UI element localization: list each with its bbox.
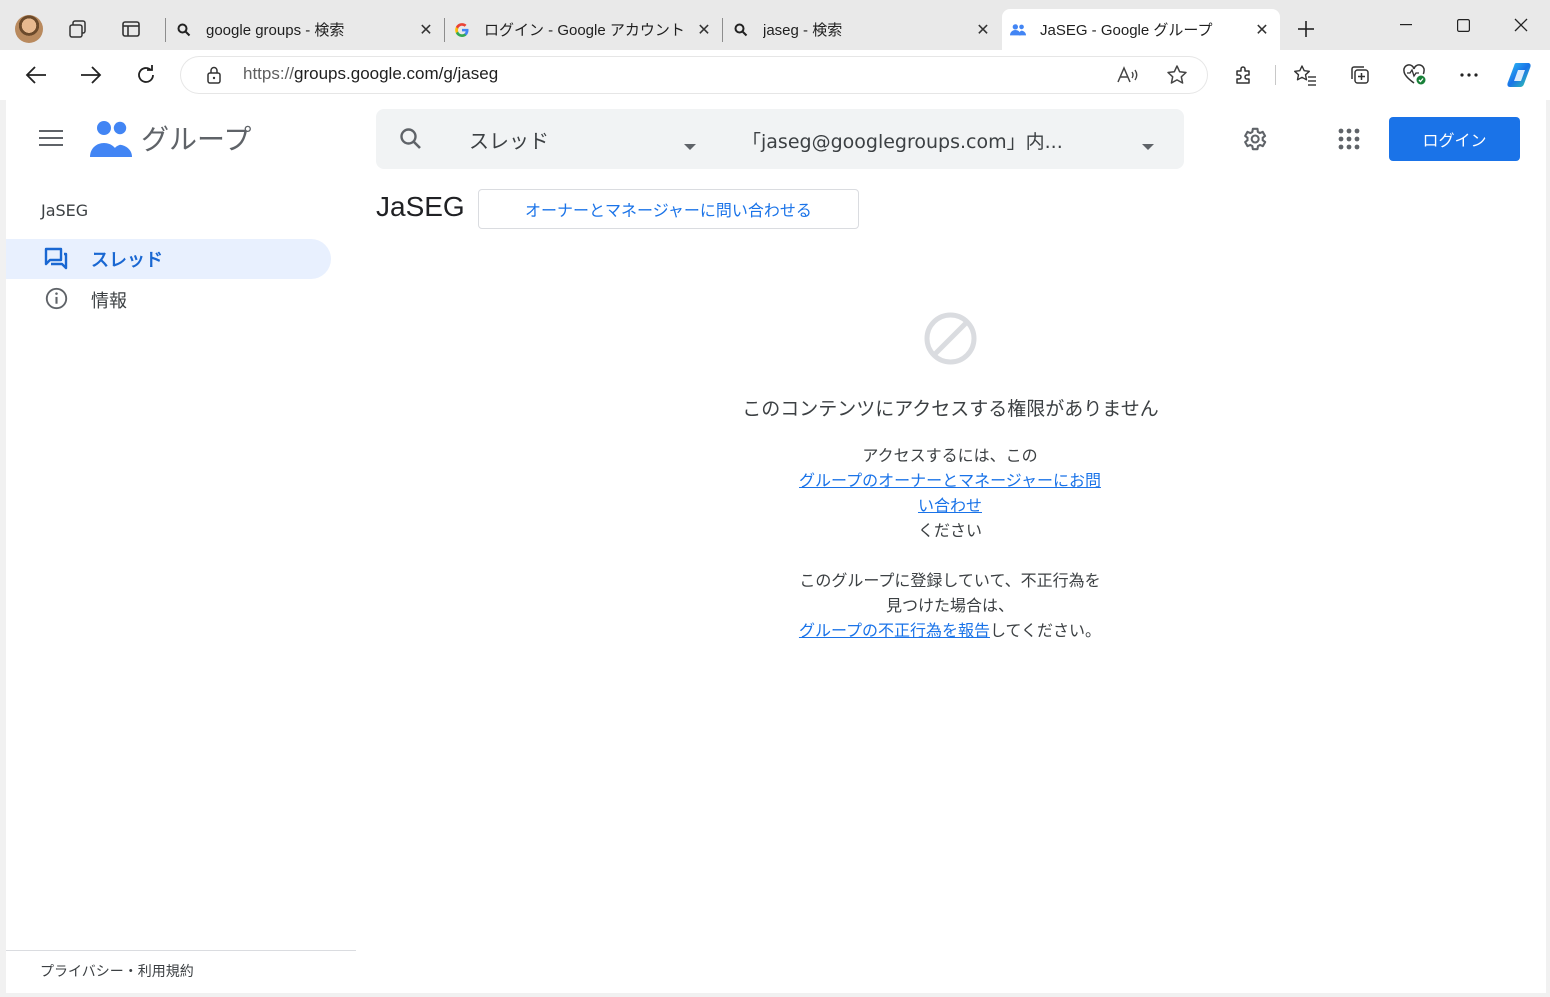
contact-owners-link[interactable]: グループのオーナーとマネージャーにお問 bbox=[799, 471, 1101, 490]
search-icon[interactable] bbox=[393, 121, 429, 157]
tab-title: JaSEG - Google グループ bbox=[1040, 22, 1213, 39]
privacy-terms-link[interactable]: プライバシー・利用規約 bbox=[40, 961, 194, 981]
main-menu-icon[interactable] bbox=[33, 120, 69, 156]
group-title: JaSEG bbox=[376, 191, 465, 222]
lock-icon[interactable] bbox=[196, 57, 232, 93]
close-icon[interactable]: ✕ bbox=[973, 20, 993, 40]
contact-owners-link-cont[interactable]: い合わせ bbox=[918, 496, 982, 515]
tab-google-groups-search[interactable]: google groups - 検索 ✕ bbox=[168, 9, 444, 50]
more-icon[interactable] bbox=[1451, 57, 1487, 93]
groups-logo-icon[interactable] bbox=[90, 119, 132, 163]
copilot-icon[interactable] bbox=[1503, 57, 1539, 93]
search-scope-select[interactable]: スレッド bbox=[469, 125, 549, 154]
threads-icon bbox=[44, 246, 68, 274]
workspaces-icon[interactable] bbox=[64, 15, 92, 43]
favorite-star-icon[interactable] bbox=[1159, 57, 1195, 93]
access-line: ください bbox=[917, 521, 982, 540]
search-context-select[interactable]: 「jaseg@googlegroups.com」内... bbox=[742, 127, 1063, 154]
google-g-icon bbox=[454, 22, 470, 38]
abuse-tail: してください。 bbox=[990, 621, 1102, 640]
collections-icon[interactable] bbox=[1342, 57, 1378, 93]
close-icon[interactable]: ✕ bbox=[694, 20, 714, 40]
chevron-down-icon[interactable] bbox=[1141, 136, 1155, 155]
sidebar-group-name: JaSEG bbox=[41, 201, 89, 220]
address-url[interactable]: https://groups.google.com/g/jaseg bbox=[243, 64, 498, 84]
tab-jaseg-search[interactable]: jaseg - 検索 ✕ bbox=[725, 9, 1001, 50]
groups-icon bbox=[1010, 22, 1026, 38]
maximize-icon[interactable] bbox=[1435, 0, 1491, 50]
vertical-tabs-icon[interactable] bbox=[117, 15, 145, 43]
apps-grid-icon[interactable] bbox=[1331, 121, 1367, 157]
access-denied-heading: このコンテンツにアクセスする権限がありません bbox=[742, 398, 1159, 420]
favorites-icon[interactable] bbox=[1287, 57, 1323, 93]
minimize-icon[interactable] bbox=[1378, 0, 1434, 50]
login-button[interactable]: ログイン bbox=[1389, 117, 1520, 161]
tab-separator bbox=[722, 18, 723, 42]
window-close-icon[interactable] bbox=[1493, 0, 1549, 50]
contact-owners-button[interactable]: オーナーとマネージャーに問い合わせる bbox=[478, 189, 859, 229]
access-line: アクセスするには、この bbox=[862, 446, 1038, 465]
search-icon bbox=[176, 22, 192, 38]
extensions-icon[interactable] bbox=[1226, 57, 1262, 93]
tab-separator bbox=[165, 18, 166, 42]
tab-jaseg-google-groups[interactable]: JaSEG - Google グループ ✕ bbox=[1002, 9, 1280, 50]
abuse-line: 見つけた場合は、 bbox=[885, 596, 1014, 615]
search-icon bbox=[733, 22, 749, 38]
url-scheme: https:// bbox=[243, 64, 295, 83]
close-icon[interactable]: ✕ bbox=[416, 20, 436, 40]
abuse-line: このグループに登録していて、不正行為を bbox=[799, 571, 1101, 590]
refresh-icon[interactable] bbox=[128, 57, 164, 93]
new-tab-icon[interactable] bbox=[1292, 15, 1320, 43]
access-message: アクセスするには、この グループのオーナーとマネージャーにお問 い合わせ くださ… bbox=[740, 443, 1160, 643]
tab-title: google groups - 検索 bbox=[206, 22, 345, 39]
blocked-icon bbox=[923, 311, 978, 370]
product-name[interactable]: グループ bbox=[141, 118, 251, 158]
close-icon[interactable]: ✕ bbox=[1252, 20, 1272, 40]
url-host-path: groups.google.com/g/jaseg bbox=[294, 64, 499, 83]
profile-avatar[interactable] bbox=[15, 15, 43, 43]
report-abuse-link[interactable]: グループの不正行為を報告 bbox=[799, 621, 990, 640]
toolbar-divider bbox=[1275, 65, 1276, 85]
forward-icon[interactable] bbox=[73, 57, 109, 93]
sidebar-item-label[interactable]: スレッド bbox=[91, 246, 163, 272]
back-icon[interactable] bbox=[18, 57, 54, 93]
chevron-down-icon[interactable] bbox=[683, 136, 697, 155]
sidebar-footer-divider bbox=[6, 950, 356, 951]
settings-gear-icon[interactable] bbox=[1236, 121, 1272, 157]
info-icon bbox=[45, 287, 68, 314]
tab-separator bbox=[444, 18, 445, 42]
read-aloud-icon[interactable] bbox=[1110, 57, 1146, 93]
sidebar-item-info[interactable]: 情報 bbox=[91, 287, 127, 313]
tab-google-login[interactable]: ログイン - Google アカウント ✕ bbox=[446, 9, 722, 50]
browser-essentials-icon[interactable] bbox=[1397, 57, 1433, 93]
tab-title: jaseg - 検索 bbox=[763, 22, 843, 39]
tab-title: ログイン - Google アカウント bbox=[484, 22, 685, 39]
